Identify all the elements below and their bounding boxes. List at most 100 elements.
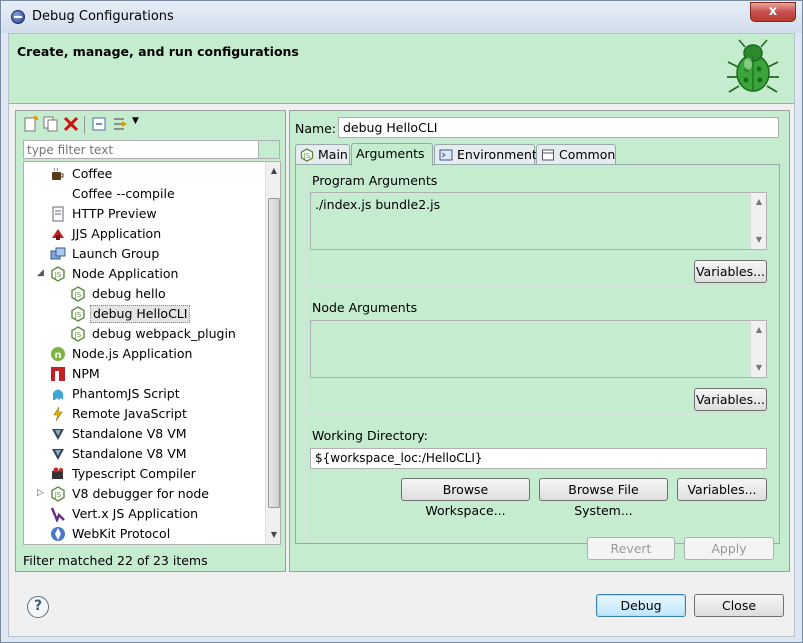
program-args-scrollbar[interactable]: ▲ ▼	[750, 193, 766, 249]
tree-scrollbar[interactable]: ▲ ▼	[265, 162, 280, 544]
npm-icon	[51, 367, 65, 381]
tree-item-label: Standalone V8 VM	[72, 446, 187, 461]
filter-input[interactable]	[23, 140, 259, 159]
svg-text:JS: JS	[74, 331, 82, 339]
tree-item-label: Vert.x JS Application	[72, 506, 199, 521]
toolbar-separator	[84, 116, 85, 134]
scroll-down-icon[interactable]: ▼	[269, 530, 279, 540]
tree-item-label: Node Application	[72, 266, 179, 281]
program-args-variables-button[interactable]: Variables...	[694, 260, 767, 283]
configuration-editor-panel: Name: debug HelloCLI JS Main Arguments E…	[289, 110, 790, 572]
tree-item-label: Launch Group	[72, 246, 160, 261]
scroll-thumb[interactable]	[268, 198, 280, 508]
tab-arguments-label: Arguments	[356, 146, 425, 161]
node-icon: JS	[51, 486, 65, 502]
node-icon: JS	[71, 326, 85, 342]
typescript-icon	[52, 467, 63, 479]
close-button[interactable]: Close	[694, 594, 784, 617]
node-icon: JS	[300, 148, 314, 162]
expanded-triangle-icon[interactable]: ◢	[37, 269, 46, 278]
phantomjs-icon	[53, 389, 63, 400]
new-configuration-icon[interactable]	[22, 115, 40, 133]
config-tabs: JS Main Arguments Environment Common	[295, 143, 780, 166]
node-icon: JS	[71, 306, 85, 322]
collapse-all-icon[interactable]	[90, 115, 108, 133]
tab-common[interactable]: Common	[536, 144, 616, 165]
tree-item-label: HTTP Preview	[72, 206, 157, 221]
common-icon	[542, 149, 554, 161]
scroll-up-icon[interactable]: ▲	[754, 197, 764, 206]
remote-js-icon	[53, 406, 63, 422]
name-input[interactable]: debug HelloCLI	[338, 117, 779, 138]
filter-menu-dropdown-icon[interactable]: ▼	[132, 116, 139, 126]
tree-item-label: Coffee --compile	[72, 186, 175, 201]
svg-text:n: n	[54, 350, 61, 361]
tree-item-label: Coffee	[72, 166, 113, 181]
configuration-list-panel: ▼ Coffee Coffee --compile HTTP Preview JJS …	[15, 110, 286, 572]
duplicate-icon[interactable]	[42, 115, 60, 133]
scroll-down-icon[interactable]: ▼	[754, 235, 764, 244]
scroll-up-icon[interactable]: ▲	[754, 325, 764, 334]
config-toolbar: ▼	[18, 113, 278, 135]
tree-item-label: Node.js Application	[72, 346, 193, 361]
name-label: Name:	[295, 121, 337, 136]
node-args-variables-button[interactable]: Variables...	[694, 388, 767, 411]
webkit-icon	[51, 527, 65, 541]
filter-status: Filter matched 22 of 23 items	[23, 553, 208, 568]
program-arguments-input[interactable]: ./index.js bundle2.js ▲ ▼	[310, 192, 767, 250]
tree-item-label: NPM	[72, 366, 100, 381]
svg-text:JS: JS	[303, 152, 311, 160]
collapsed-triangle-icon[interactable]: ▷	[37, 489, 46, 498]
tab-arguments[interactable]: Arguments	[351, 143, 433, 166]
tab-common-label: Common	[559, 147, 616, 162]
tree-item-label: V8 debugger for node	[72, 486, 209, 501]
banner-title: Create, manage, and run configurations	[17, 44, 299, 59]
tree-item-label: Standalone V8 VM	[72, 426, 187, 441]
tab-main-label: Main	[318, 147, 348, 162]
http-preview-icon	[52, 206, 64, 222]
launch-group-icon	[50, 247, 66, 260]
configuration-tree[interactable]: Coffee Coffee --compile HTTP Preview JJS Ap…	[23, 161, 281, 545]
tab-environment[interactable]: Environment	[434, 144, 537, 165]
debug-configurations-window: Debug Configurations x Create, manage, a…	[0, 0, 803, 643]
node-icon: JS	[51, 266, 65, 282]
dialog-client: Create, manage, and run configurations ▼…	[8, 33, 795, 637]
help-icon[interactable]: ?	[27, 596, 49, 618]
revert-button[interactable]: Revert	[587, 537, 675, 560]
filter-clear-icon[interactable]	[259, 140, 280, 159]
node-args-scrollbar[interactable]: ▲ ▼	[750, 321, 766, 377]
eclipse-icon	[11, 10, 25, 24]
tab-environment-label: Environment	[457, 147, 537, 162]
working-dir-variables-button[interactable]: Variables...	[677, 478, 767, 501]
debug-button[interactable]: Debug	[596, 594, 686, 617]
apply-button[interactable]: Apply	[684, 537, 774, 560]
program-arguments-value: ./index.js bundle2.js	[315, 197, 441, 212]
environment-icon	[439, 149, 453, 161]
browse-workspace-button[interactable]: Browse Workspace...	[401, 478, 530, 518]
svg-text:JS: JS	[74, 311, 82, 319]
working-directory-input[interactable]: ${workspace_loc:/HelloCLI}	[310, 448, 767, 469]
title-bar[interactable]: Debug Configurations x	[1, 1, 802, 33]
browse-file-system-button[interactable]: Browse File System...	[539, 478, 668, 518]
scroll-down-icon[interactable]: ▼	[754, 363, 764, 372]
jjs-icon	[52, 229, 64, 240]
node-arguments-label: Node Arguments	[312, 300, 418, 315]
nodejs-icon: n	[51, 347, 65, 361]
window-close-button[interactable]: x	[750, 2, 796, 22]
tree-item-label: debug HelloCLI	[90, 305, 191, 323]
tree-item-label: Remote JavaScript	[72, 406, 187, 421]
tree-item-label: debug webpack_plugin	[92, 326, 236, 341]
tree-item-label: debug hello	[92, 286, 166, 301]
filter-configurations-icon[interactable]	[112, 115, 130, 133]
tree-item-label: Typescript Compiler	[72, 466, 196, 481]
svg-text:JS: JS	[74, 291, 82, 299]
arguments-tab-body: Program Arguments ./index.js bundle2.js …	[295, 164, 780, 544]
tab-main[interactable]: JS Main	[295, 144, 350, 165]
scroll-up-icon[interactable]: ▲	[269, 166, 279, 176]
vertx-icon	[50, 507, 65, 522]
delete-icon[interactable]	[62, 115, 80, 133]
bug-icon	[727, 39, 779, 93]
node-arguments-input[interactable]: ▲ ▼	[310, 320, 767, 378]
node-icon: JS	[71, 286, 85, 302]
v8-icon	[52, 429, 64, 440]
